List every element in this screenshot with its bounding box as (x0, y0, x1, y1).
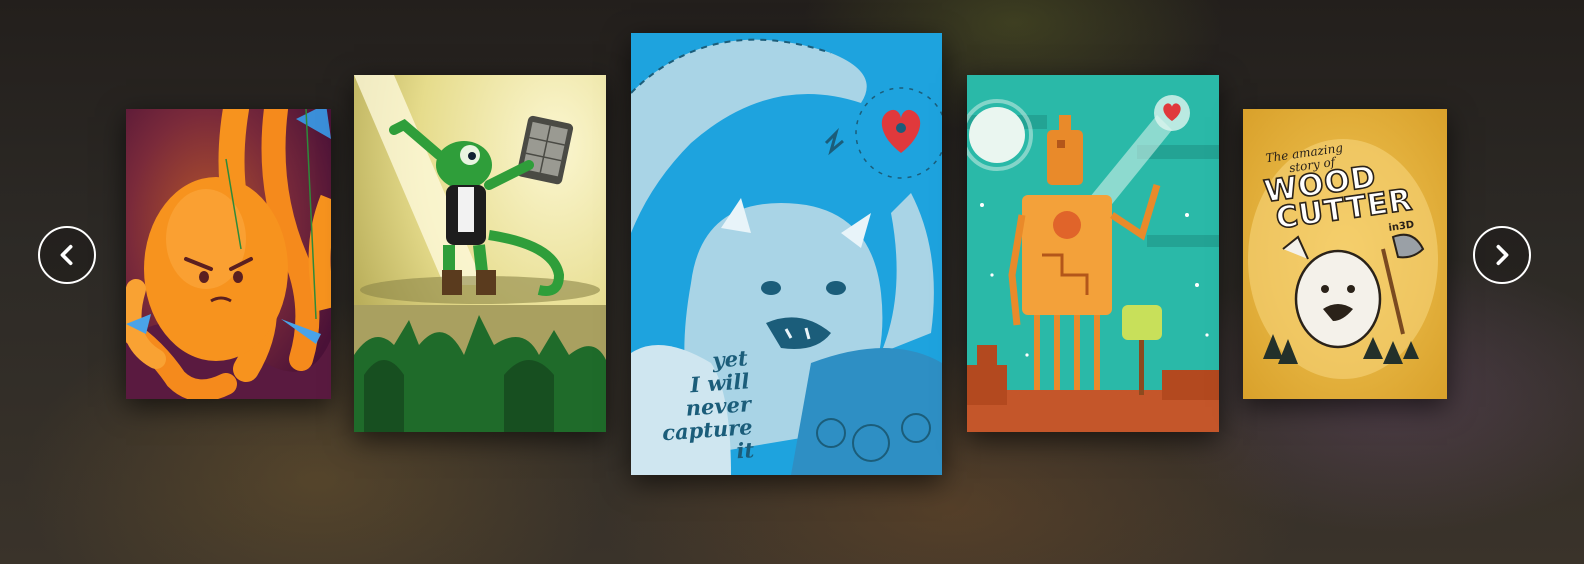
carousel: yet I will never capture it The amazing … (0, 0, 1584, 564)
carousel-next-button[interactable] (1473, 226, 1531, 284)
carousel-card-yeti[interactable]: yet I will never capture it (631, 33, 942, 475)
carousel-card-woodcutter[interactable]: The amazing story of WOOD CUTTER in3D (1243, 109, 1447, 399)
carousel-card-robot[interactable] (967, 75, 1219, 432)
title-suffix: in3D (1387, 219, 1415, 234)
carousel-card-chameleon[interactable] (354, 75, 606, 432)
carousel-prev-button[interactable] (38, 226, 96, 284)
chameleon-illustration (354, 75, 606, 432)
chevron-right-icon (1496, 244, 1509, 266)
yeti-caption: yet I will never capture it (637, 345, 755, 468)
carousel-card-octopus[interactable] (126, 109, 331, 399)
chevron-left-icon (60, 244, 73, 266)
caption-line: capture it (661, 414, 755, 464)
robot-illustration (967, 75, 1219, 432)
octopus-illustration (126, 109, 331, 399)
